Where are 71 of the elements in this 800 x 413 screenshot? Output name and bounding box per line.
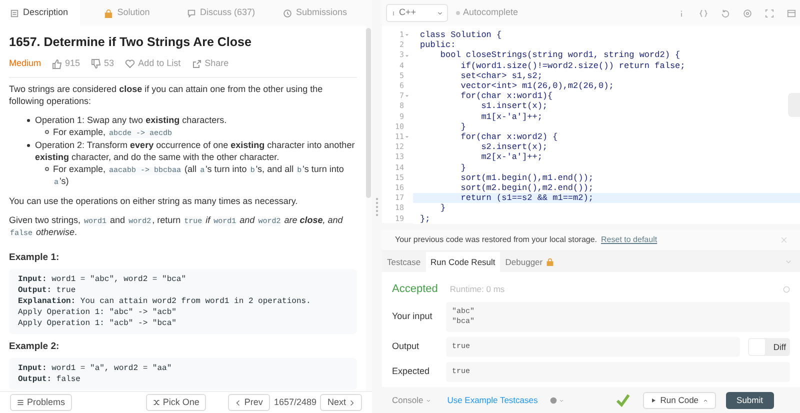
dislike-button[interactable]: 53	[91, 56, 114, 70]
share-icon	[192, 58, 202, 68]
language-select[interactable]: C++	[386, 4, 448, 22]
shuffle-icon	[152, 399, 160, 406]
prev-button[interactable]: Prev	[228, 394, 270, 411]
caret-icon	[437, 10, 443, 16]
problems-button[interactable]: Problems	[10, 394, 72, 411]
submit-button[interactable]: Submit	[726, 392, 774, 408]
example-block: Input: word1 = "a", word2 = "aa" Output: false	[9, 358, 357, 390]
heart-icon	[125, 58, 136, 68]
list-item-text: Operation 1: Swap any two existing characters.	[35, 114, 227, 126]
runtime-label: Runtime: 0 ms	[450, 282, 505, 296]
chevron-left-icon	[235, 400, 242, 406]
status-label: Accepted	[392, 282, 438, 297]
bullet-icon	[45, 166, 49, 171]
list-icon	[17, 399, 24, 406]
tab[interactable]: Description	[0, 0, 80, 26]
add-to-list-button[interactable]: Add to List	[125, 56, 181, 70]
chevron-right-icon	[349, 400, 355, 406]
page-counter: 1657/2489	[274, 396, 316, 409]
tab[interactable]: Submissions	[268, 0, 362, 26]
checkmark-icon	[615, 393, 632, 407]
example-testcases-link[interactable]: Use Example Testcases	[447, 394, 538, 406]
close-icon	[781, 237, 787, 243]
share-button[interactable]: Share	[192, 56, 229, 70]
lock-icon	[104, 8, 114, 18]
run-code-button[interactable]: Run Code	[643, 392, 716, 408]
example-heading: Example 1:	[9, 250, 60, 265]
tab[interactable]: Solution	[80, 0, 174, 26]
toolbar-button[interactable]	[765, 8, 774, 18]
next-button[interactable]: Next	[320, 394, 362, 411]
braces-icon	[699, 8, 708, 18]
reset-icon	[721, 8, 730, 18]
toolbar-button[interactable]	[721, 8, 730, 18]
difficulty-label: Medium	[9, 56, 42, 70]
toolbar-button[interactable]	[699, 8, 708, 18]
fullscreen-icon	[765, 8, 774, 18]
bullet-icon	[45, 130, 49, 134]
document-icon	[10, 8, 19, 18]
play-icon	[651, 398, 656, 402]
example-heading: Example 2:	[9, 340, 60, 354]
thumbs-down-icon	[91, 58, 102, 68]
bullet-icon	[27, 144, 30, 147]
paragraph: You can use the operations on either string as many times as necessary.	[9, 194, 299, 207]
scrollbar-thumb[interactable]	[366, 28, 371, 198]
like-button[interactable]: 915	[52, 56, 80, 70]
reset-link[interactable]: Reset to default	[601, 234, 658, 246]
chat-icon	[186, 8, 196, 18]
notice-text: Your previous code was restored from your local storage.	[395, 234, 598, 246]
thumbs-up-icon	[52, 58, 62, 68]
paragraph: Two strings are considered close if you can attain one from the other using the following operations:	[9, 83, 324, 108]
row-label: Output	[392, 340, 420, 354]
row-label: Your input	[392, 310, 434, 324]
tab[interactable]: Discuss (637)	[174, 0, 268, 26]
row-label: Expected	[392, 365, 431, 378]
result-tab[interactable]: Testcase	[382, 252, 426, 272]
console-button[interactable]: Console	[392, 394, 432, 406]
bullet-icon	[27, 119, 30, 122]
result-tab[interactable]: Run Code Result	[426, 252, 500, 272]
clock-icon	[282, 8, 292, 18]
problem-title: 1657. Determine if Two Strings Are Close	[9, 34, 252, 51]
autocomplete-toggle[interactable]: Autocomplete	[456, 6, 518, 20]
diff-toggle[interactable]: Diff	[748, 338, 790, 356]
pick-one-button[interactable]: Pick One	[146, 394, 206, 411]
chevron-down-icon	[785, 258, 792, 265]
toolbar-button[interactable]	[787, 8, 796, 18]
result-tab[interactable]: Debugger	[500, 252, 559, 272]
layout-icon	[787, 8, 796, 18]
resize-handle-icon[interactable]	[376, 198, 378, 216]
example-block: Input: word1 = "abc", word2 = "bca" Output: true Explanation: You can attain word2 from word1 in 2 operations. Apply Operation 1: "abc" -> "acb" Apply Operation 1: "acb" -> "bca"	[9, 269, 357, 334]
list-item-text: Operation 2: Transform every occurrence of one existing character into another existing character, and do the same with the other character.	[35, 138, 356, 163]
